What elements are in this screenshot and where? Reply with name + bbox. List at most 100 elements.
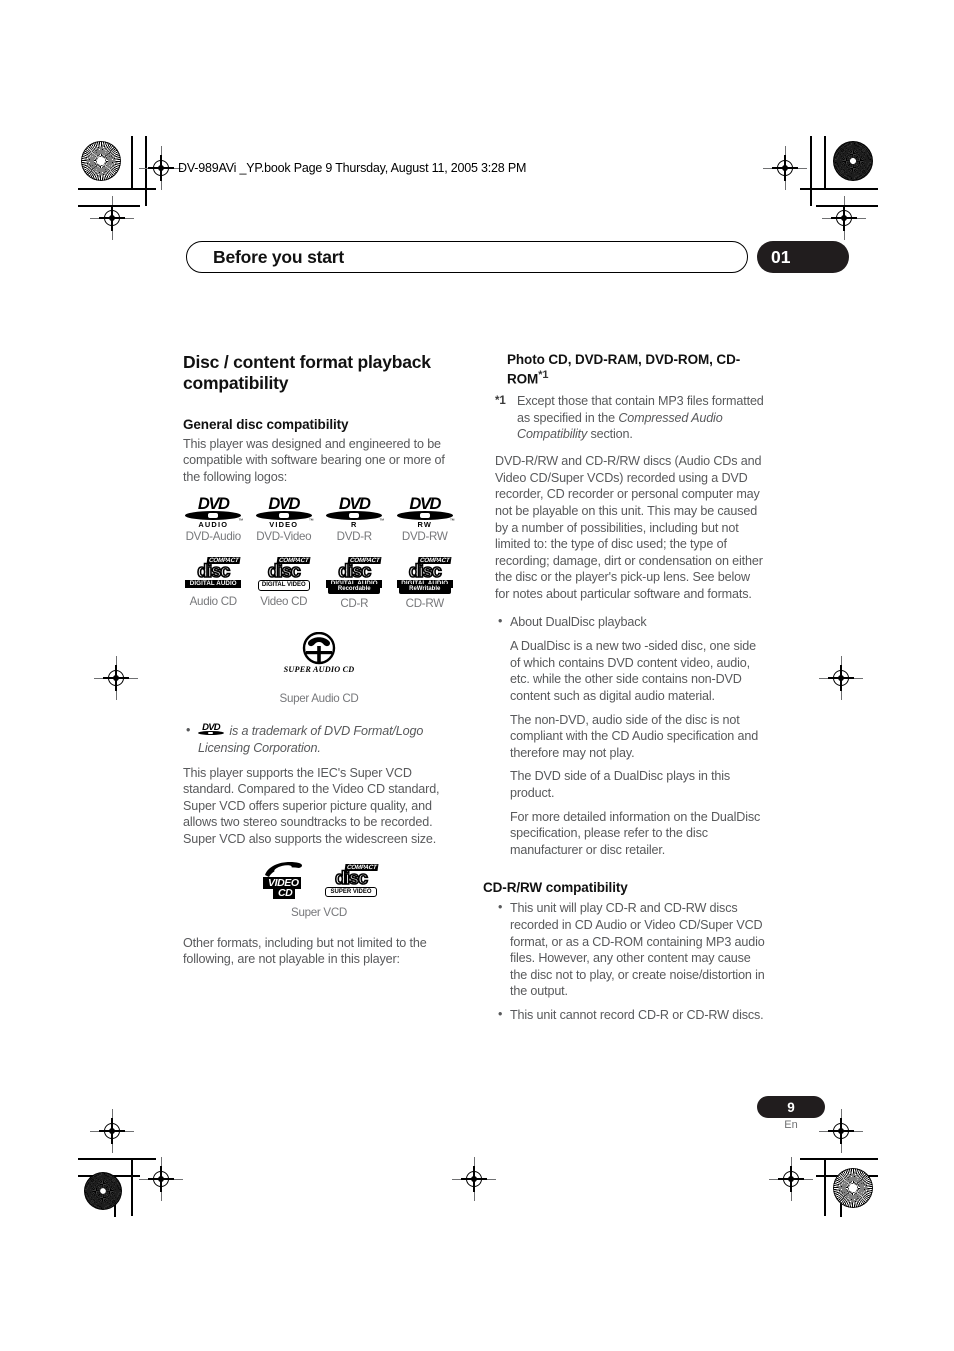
sacd-logo-row: SUPER AUDIO CD Super Audio CD	[183, 632, 455, 705]
trademark-note-item: DVD is a trademark of DVD Format/Logo Li…	[183, 722, 455, 756]
logo-cell-dvd-audio: DVD ™ AUDIO DVD-Audio	[183, 496, 244, 543]
svcd-cd-logo-band: SUPER VIDEO	[325, 886, 377, 898]
dvd-rw-logo-icon: DVD ™ RW	[396, 496, 455, 530]
crop-line-top-left-v2	[145, 136, 147, 206]
general-compatibility-intro: This player was designed and engineered …	[183, 436, 445, 484]
cd-logo-band2-cdr: Recordable	[328, 584, 381, 595]
footnote-text-part2: section.	[587, 427, 633, 442]
registration-mark-upper-left	[90, 196, 134, 240]
registration-mark-bottom-right	[769, 1157, 813, 1201]
cd-logo-band-video: DIGITAL VIDEO	[257, 580, 310, 591]
logo-caption-super-audio-cd: Super Audio CD	[279, 692, 359, 706]
cd-logo-row: COMPACT disc DIGITAL AUDIO Audio CD COMP…	[183, 557, 455, 610]
dvd-audio-logo-icon: DVD ™ AUDIO	[184, 496, 243, 530]
density-target-top-left	[81, 141, 121, 181]
subsection-cd-r-rw-compatibility: CD-R/RW compatibility	[483, 880, 628, 896]
svcd-cd-logo-word: disc	[334, 867, 369, 888]
logo-caption-cd-r: CD-R	[340, 597, 369, 611]
crop-line-bottom-right-h	[800, 1158, 878, 1160]
cdrrw-list: This unit will play CD-R and CD-RW discs…	[495, 899, 767, 1024]
logo-caption-video-cd: Video CD	[260, 595, 308, 609]
registration-mark-top-left	[139, 146, 183, 190]
video-cd-logo-icon: VIDEO CD	[259, 861, 311, 899]
other-formats-paragraph: Other formats, including but not limited…	[183, 935, 427, 967]
crop-line-bottom-left-h	[78, 1158, 156, 1160]
crop-line-top-right-v	[824, 136, 826, 188]
logo-cell-cd-rw: COMPACT disc DIGITAL AUDIO ReWritable CD…	[395, 557, 456, 610]
crop-line-bottom-right-v	[824, 1158, 826, 1216]
registration-mark-bottom-left	[139, 1157, 183, 1201]
logo-cell-video-cd: COMPACT disc DIGITAL VIDEO Video CD	[254, 557, 315, 610]
compact-disc-super-video-logo-icon: COMPACT disc SUPER VIDEO	[323, 863, 379, 898]
footnote-mark: *1	[495, 395, 506, 408]
page-number-badge: 9	[757, 1096, 825, 1118]
logo-cell-audio-cd: COMPACT disc DIGITAL AUDIO Audio CD	[183, 557, 244, 610]
unsupported-heading-footnote-mark: *1	[538, 368, 549, 381]
dvd-r-logo-icon: DVD ™ R	[325, 496, 384, 530]
dualdisc-paragraph-3: The DVD side of a DualDisc plays in this…	[510, 769, 731, 801]
logo-caption-dvd-audio: DVD-Audio	[185, 530, 242, 544]
dvd-inline-logo-icon: DVD	[198, 723, 224, 736]
cdrrw-bullet-2: This unit cannot record CD-R or CD-RW di…	[495, 1006, 767, 1024]
super-audio-cd-logo-icon: SUPER AUDIO CD	[284, 632, 354, 678]
super-vcd-logo-row: VIDEO CD COMPACT disc SUPER VIDEO	[183, 861, 455, 899]
density-target-bottom-left	[84, 1172, 122, 1210]
compact-disc-digital-video-logo-icon: COMPACT disc DIGITAL VIDEO	[256, 557, 312, 591]
dualdisc-list: About DualDisc playback	[495, 613, 767, 631]
dualdisc-paragraph-2: The non-DVD, audio side of the disc is n…	[510, 712, 759, 760]
subsection-unsupported-formats: Photo CD, DVD-RAM, DVD-ROM, CD-ROM*1	[495, 352, 767, 388]
cdrrw-bullet-1: This unit will play CD-R and CD-RW discs…	[495, 899, 767, 1000]
dvd-logo-row: DVD ™ AUDIO DVD-Audio DVD ™ VIDEO DVD-Vide…	[183, 496, 455, 543]
cd-logo-band2-cdrw: ReWritable	[398, 584, 451, 595]
dvd-audio-logo-sub: AUDIO	[198, 520, 229, 530]
trademark-note-list: DVD is a trademark of DVD Format/Logo Li…	[183, 722, 455, 756]
logo-caption-dvd-video: DVD-Video	[256, 530, 312, 544]
logo-caption-dvd-rw: DVD-RW	[401, 530, 448, 544]
logo-caption-super-vcd: Super VCD	[291, 905, 347, 919]
logo-caption-cd-rw: CD-RW	[405, 597, 445, 611]
dualdisc-bullet-item: About DualDisc playback	[495, 613, 767, 631]
left-column: Disc / content format playback compatibi…	[183, 352, 455, 979]
crop-line-bottom-left-v	[131, 1158, 133, 1216]
cd-logo-word-cdrw: disc	[408, 561, 443, 582]
cd-logo-band-audio: DIGITAL AUDIO	[185, 580, 242, 589]
logo-caption-dvd-r: DVD-R	[336, 530, 373, 544]
trademark-note-text: is a trademark of DVD Format/Logo Licens…	[198, 724, 424, 755]
right-column: Photo CD, DVD-RAM, DVD-ROM, CD-ROM*1 *1 E…	[483, 352, 767, 1032]
logo-cell-cd-r: COMPACT disc DIGITAL AUDIO Recordable CD…	[324, 557, 385, 610]
density-target-top-right	[833, 141, 873, 181]
page-title: Before you start	[213, 247, 344, 267]
chapter-number-badge: 01	[757, 241, 849, 273]
dvd-rw-logo-sub: RW	[417, 520, 433, 530]
registration-mark-upper-right	[822, 196, 866, 240]
book-file-header-line: DV-989AVi _YP.book Page 9 Thursday, Augu…	[178, 161, 527, 175]
subsection-general-disc-compatibility: General disc compatibility	[183, 416, 349, 432]
crop-line-top-left-v	[131, 136, 133, 188]
compact-disc-digital-audio-logo-icon: COMPACT disc DIGITAL AUDIO	[185, 557, 242, 591]
registration-mark-lower-right	[819, 1109, 863, 1153]
registration-mark-bottom-center	[452, 1157, 496, 1201]
compact-disc-rewritable-logo-icon: COMPACT disc DIGITAL AUDIO ReWritable	[396, 557, 453, 595]
recorded-discs-paragraph: DVD-R/RW and CD-R/RW discs (Audio CDs an…	[495, 454, 763, 601]
logo-cell-dvd-video: DVD ™ VIDEO DVD-Video	[254, 496, 315, 543]
registration-mark-top-right	[763, 146, 807, 190]
page-language-label: En	[784, 1119, 798, 1131]
dualdisc-body: A DualDisc is a new two -sided disc, one…	[495, 638, 767, 858]
registration-mark-lower-left	[90, 1109, 134, 1153]
dvd-video-logo-sub: VIDEO	[269, 520, 299, 530]
chapter-header-band: Before you start	[186, 241, 748, 273]
logo-caption-audio-cd: Audio CD	[189, 595, 238, 609]
cd-logo-word-cdr: disc	[337, 561, 372, 582]
density-target-bottom-right	[833, 1168, 873, 1208]
super-vcd-paragraph: This player supports the IEC's Super VCD…	[183, 765, 440, 847]
dualdisc-paragraph-1: A DualDisc is a new two -sided disc, one…	[510, 639, 756, 703]
logo-cell-dvd-rw: DVD ™ RW DVD-RW	[395, 496, 456, 543]
registration-mark-middle-right	[819, 656, 863, 700]
dvd-r-logo-sub: R	[350, 520, 358, 530]
crop-line-top-right-v2	[810, 136, 812, 206]
cd-logo-word-audio: disc	[196, 561, 231, 582]
logo-cell-super-audio-cd: SUPER AUDIO CD Super Audio CD	[259, 632, 379, 705]
footnote-row: *1 Except those that contain MP3 files fo…	[495, 393, 767, 443]
super-audio-cd-mark-text: SUPER AUDIO CD	[283, 665, 355, 675]
video-cd-line2: CD	[273, 886, 296, 899]
